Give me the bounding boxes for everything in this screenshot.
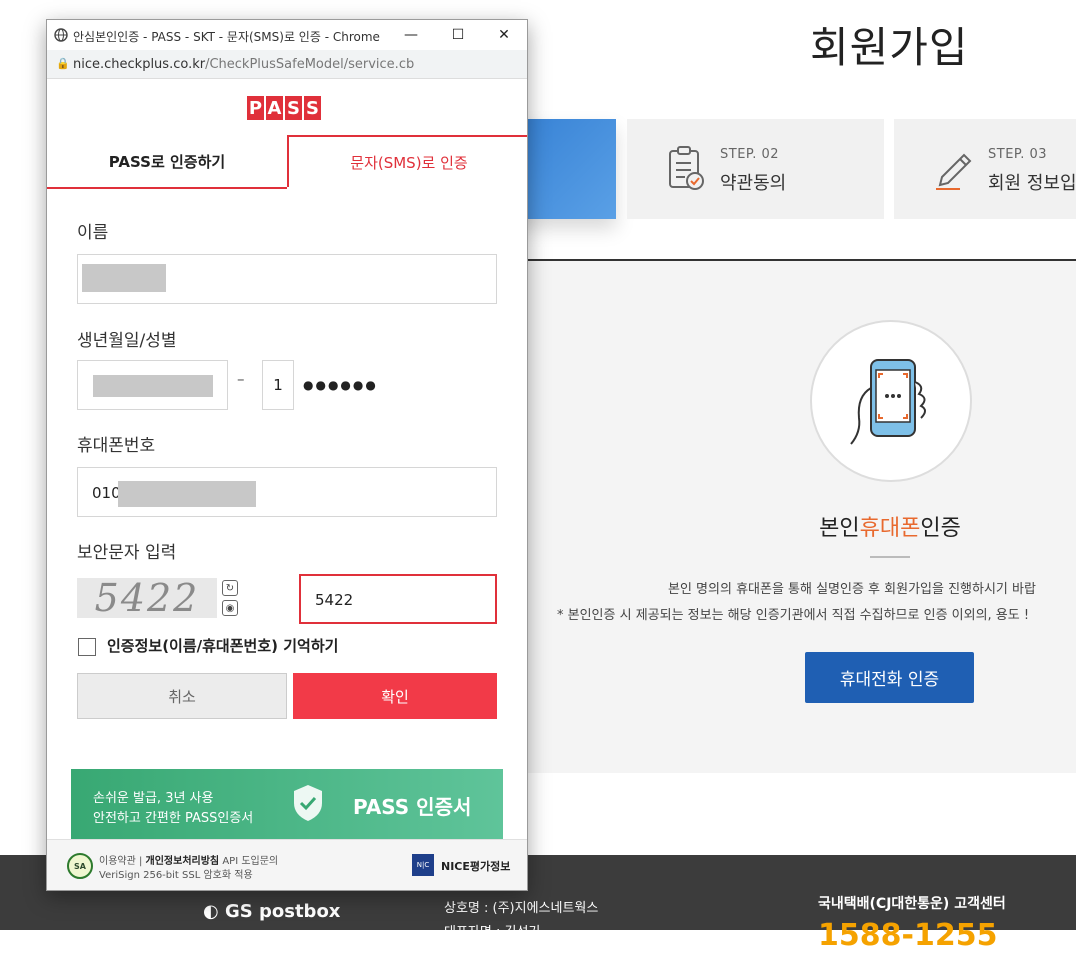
gs-logo-mark-icon: ◐ (203, 901, 225, 922)
remember-label: 인증정보(이름/휴대폰번호) 기억하기 (107, 637, 339, 655)
redacted-birthdate (93, 375, 213, 397)
close-icon: ✕ (498, 27, 510, 43)
captcha-input-value: 5422 (315, 591, 354, 609)
close-button[interactable]: ✕ (490, 24, 518, 46)
step-03-name: 회원 정보입 (988, 173, 1076, 194)
verify-section (470, 261, 1076, 773)
birth-gender-separator: – (237, 370, 245, 388)
step-02-name: 약관동의 (720, 173, 787, 194)
maximize-button[interactable]: ☐ (444, 24, 472, 46)
window-titlebar[interactable]: 안심본인인증 - PASS - SKT - 문자(SMS)로 인증 - Chro… (47, 20, 527, 50)
customer-center-label: 국내택배(CJ대한통운) 고객센터 (818, 896, 1006, 912)
cancel-button[interactable]: 취소 (77, 673, 287, 719)
globe-icon (54, 28, 68, 42)
gender-digit-input[interactable]: 1 (262, 360, 294, 410)
nice-logo-icon: N|C (412, 854, 434, 876)
phone-number-input[interactable]: 010 (77, 467, 497, 517)
shield-check-icon (294, 785, 322, 821)
pass-certificate-banner[interactable]: 손쉬운 발급, 3년 사용 안전하고 간편한 PASS인증서 PASS 인증서 (71, 769, 503, 839)
step-03-card: STEP. 03 회원 정보입 (894, 119, 1076, 219)
hand-phone-icon (850, 359, 926, 445)
step-02-card: STEP. 02 약관동의 (627, 119, 884, 219)
ssl-notice: VeriSign 256-bit SSL 암호화 적용 (99, 870, 253, 881)
verify-title: 본인휴대폰인증 (819, 516, 961, 541)
title-underline (870, 556, 910, 558)
minimize-button[interactable]: — (397, 24, 425, 46)
birth-gender-label: 생년월일/성별 (77, 331, 177, 351)
clipboard-check-icon (669, 146, 704, 190)
gender-digit-value: 1 (273, 376, 283, 394)
auth-popup-window: 안심본인인증 - PASS - SKT - 문자(SMS)로 인증 - Chro… (46, 19, 528, 891)
phone-verify-illustration (810, 320, 972, 482)
url-text: nice.checkplus.co.kr/CheckPlusSafeModel/… (73, 57, 415, 72)
remember-checkbox[interactable] (78, 638, 96, 656)
phone-verify-button[interactable]: 휴대전화 인증 (805, 652, 974, 703)
phone-number-label: 휴대폰번호 (77, 436, 156, 456)
masked-id-digits: ●●●●●● (303, 378, 378, 392)
banner-line-1: 손쉬운 발급, 3년 사용 (93, 791, 214, 806)
page-title: 회원가입 (810, 23, 969, 72)
popup-footer: SA 이용약관 | 개인정보처리방침 API 도입문의 VeriSign 256… (47, 839, 527, 890)
banner-line-2: 안전하고 간편한 PASS인증서 (93, 811, 254, 826)
step-02-kicker: STEP. 02 (720, 147, 780, 162)
refresh-captcha-icon[interactable]: ↻ (222, 580, 238, 596)
captcha-label: 보안문자 입력 (77, 543, 177, 563)
gs-postbox-logo: ◐ GS postbox (203, 901, 341, 922)
name-input[interactable] (77, 254, 497, 304)
confirm-button[interactable]: 확인 (293, 673, 497, 719)
customer-center-number: 1588-1255 (818, 918, 998, 953)
lock-icon: 🔒 (56, 57, 70, 70)
minimize-icon: — (404, 27, 418, 43)
tab-sms-auth[interactable]: 문자(SMS)로 인증 (287, 135, 527, 187)
maximize-icon: ☐ (451, 27, 465, 43)
security-badge-icon: SA (67, 853, 93, 879)
pencil-icon (936, 153, 972, 190)
pass-logo: PASS (247, 96, 321, 120)
name-label: 이름 (77, 223, 109, 243)
window-title: 안심본인인증 - PASS - SKT - 문자(SMS)로 인증 - Chro… (73, 30, 380, 44)
redacted-phone-number (118, 481, 256, 507)
address-bar[interactable]: 🔒 nice.checkplus.co.kr/CheckPlusSafeMode… (47, 50, 527, 79)
step-03-kicker: STEP. 03 (988, 147, 1048, 162)
verify-description-2: * 본인인증 시 제공되는 정보는 해당 인증기관에서 직접 수집하므로 인증 … (557, 608, 1030, 623)
verify-description-1: 본인 명의의 휴대폰을 통해 실명인증 후 회원가입을 진행하시기 바랍 (668, 582, 1036, 597)
footer-links: 이용약관 | 개인정보처리방침 API 도입문의 (99, 852, 278, 867)
birthdate-input[interactable] (77, 360, 228, 410)
company-name: 상호명 : (주)지에스네트웍스 (444, 901, 599, 916)
banner-brand: PASS 인증서 (353, 795, 472, 819)
nice-brand: NICE평가정보 (441, 860, 511, 873)
captcha-input[interactable]: 5422 (299, 574, 497, 624)
phone-prefix-value: 010 (92, 484, 121, 502)
tab-pass-auth[interactable]: PASS로 인증하기 (47, 135, 287, 189)
captcha-image: 5422 (77, 576, 217, 620)
representative-name: 대표자명 : 김석기 (444, 925, 541, 940)
audio-captcha-icon[interactable]: ◉ (222, 600, 238, 616)
redacted-name (82, 264, 166, 292)
